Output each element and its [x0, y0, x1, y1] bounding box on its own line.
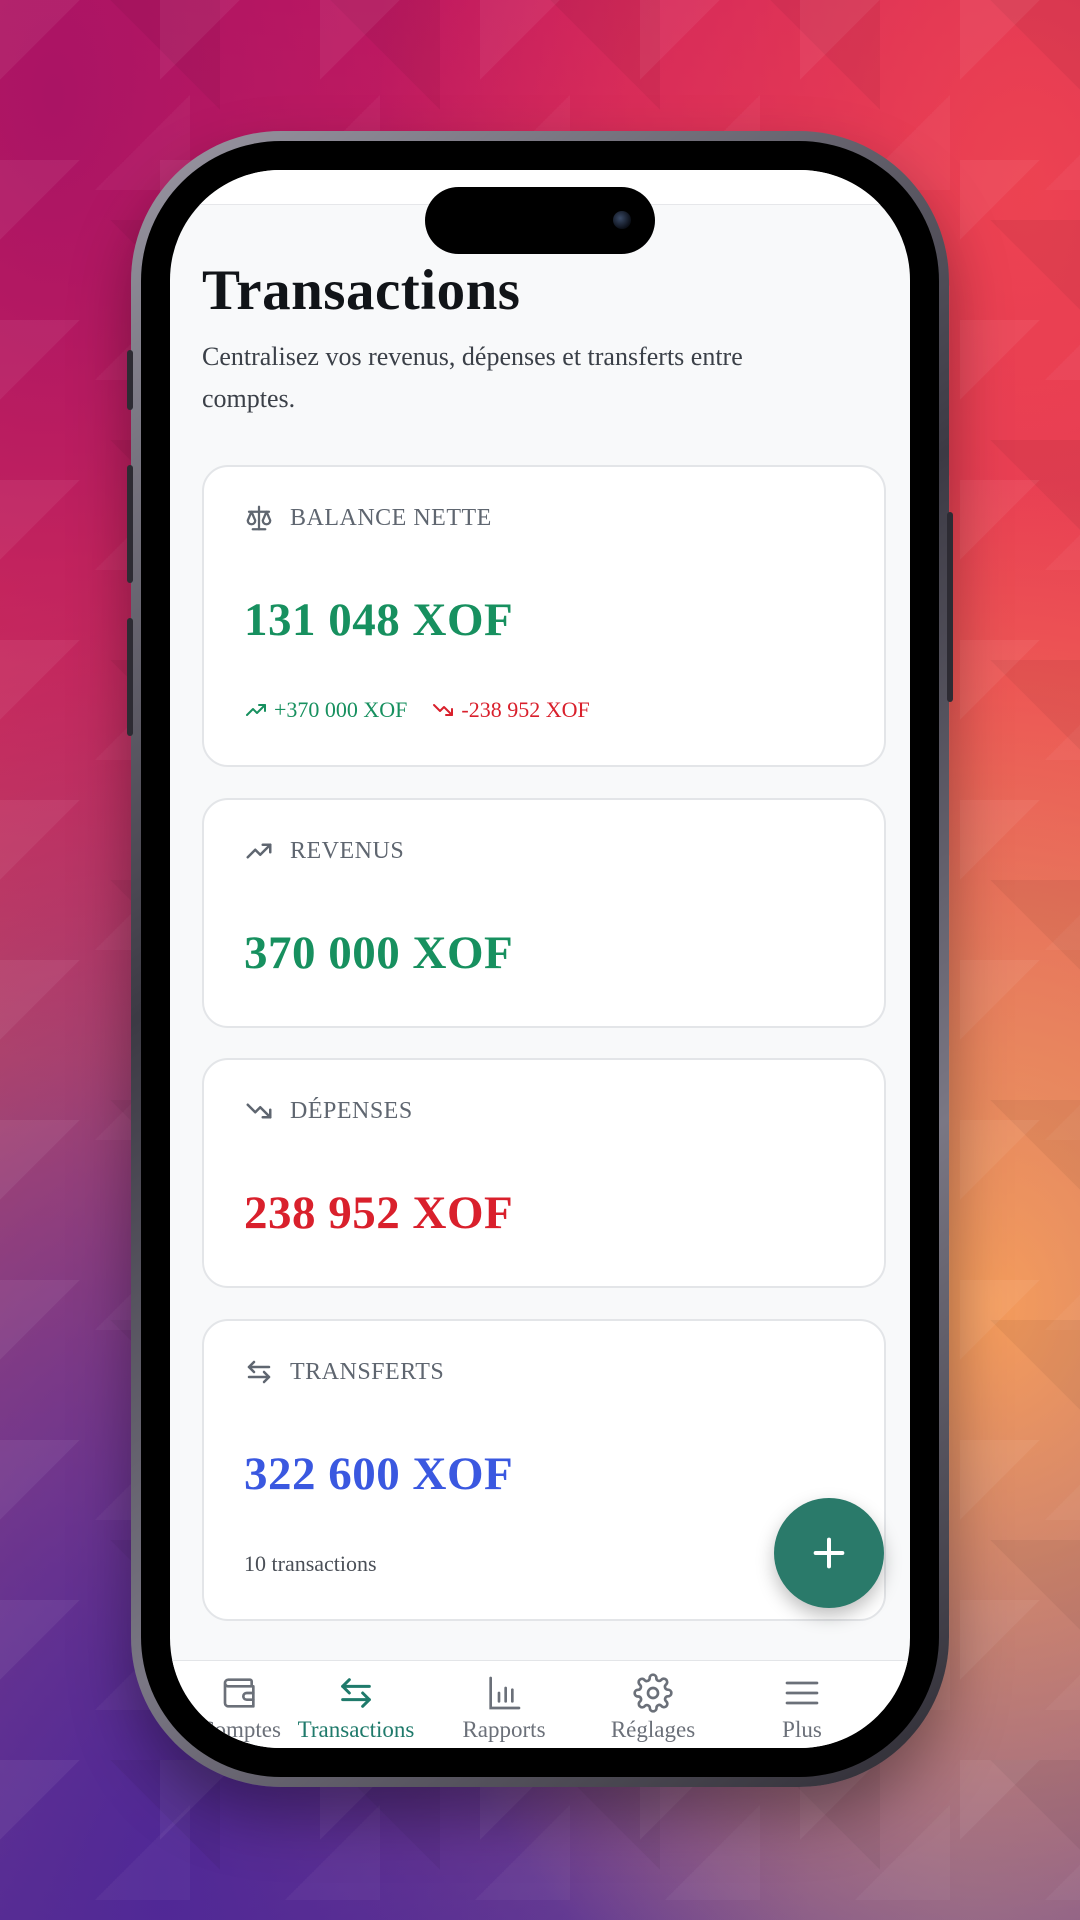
revenus-card[interactable]: REVENUS 370 000 XOF: [202, 798, 886, 1028]
transfer-arrows-icon: [247, 1360, 271, 1384]
revenus-card-header: REVENUS: [244, 836, 404, 866]
trend-down-icon: [433, 704, 454, 716]
trend-up-icon: [246, 843, 272, 859]
menu-icon: [785, 1681, 819, 1705]
dynamic-island: [425, 187, 655, 254]
scale-icon: [246, 505, 272, 531]
nav-item-transactions[interactable]: Transactions: [281, 1673, 431, 1743]
depenses-card-label: DÉPENSES: [290, 1097, 413, 1124]
app-screen: Transactions Centralisez vos revenus, dé…: [170, 170, 910, 1748]
balance-card-header: BALANCE NETTE: [244, 503, 492, 533]
plus-icon: [813, 1537, 845, 1569]
nav-label-reglages: Réglages: [610, 1717, 696, 1742]
income-delta: +370 000 XOF: [244, 697, 407, 723]
phone-power-button: [947, 512, 953, 702]
transfer-arrows-icon: [341, 1678, 371, 1708]
wallet-icon: [223, 1678, 255, 1708]
income-delta-value: +370 000 XOF: [274, 697, 408, 722]
bottom-navigation: Comptes Transactions Rapports Réglages P…: [170, 1660, 910, 1748]
depenses-card[interactable]: DÉPENSES 238 952 XOF: [202, 1058, 886, 1288]
revenus-card-label: REVENUS: [290, 837, 405, 864]
nav-item-plus[interactable]: Plus: [727, 1673, 877, 1743]
transferts-card-label: TRANSFERTS: [290, 1358, 445, 1385]
trend-up-icon: [246, 704, 266, 716]
revenus-amount: 370 000 XOF: [244, 927, 514, 979]
phone-volume-up-button: [127, 465, 133, 583]
page-title: Transactions: [202, 259, 521, 322]
add-transaction-button[interactable]: [774, 1498, 884, 1608]
camera-icon: [613, 211, 631, 229]
expense-delta-value: -238 952 XOF: [461, 697, 590, 722]
depenses-amount: 238 952 XOF: [244, 1187, 514, 1239]
transferts-card-header: TRANSFERTS: [244, 1357, 444, 1387]
balance-amount: 131 048 XOF: [244, 594, 514, 646]
nav-label-transactions: Transactions: [297, 1717, 415, 1742]
gear-icon: [633, 1673, 673, 1713]
balance-deltas: +370 000 XOF -238 952 XOF: [244, 697, 614, 723]
nav-label-comptes: Comptes: [199, 1717, 281, 1742]
depenses-card-header: DÉPENSES: [244, 1096, 413, 1126]
nav-item-reglages[interactable]: Réglages: [578, 1673, 728, 1743]
phone-volume-down-button: [127, 618, 133, 736]
nav-label-plus: Plus: [782, 1717, 822, 1742]
transferts-count: 10 transactions: [244, 1551, 377, 1576]
expense-delta: -238 952 XOF: [431, 697, 590, 723]
balance-card-label: BALANCE NETTE: [290, 504, 492, 531]
nav-label-rapports: Rapports: [462, 1717, 546, 1742]
nav-item-rapports[interactable]: Rapports: [429, 1673, 579, 1743]
trend-down-icon: [246, 1103, 272, 1119]
phone-action-button: [127, 350, 133, 410]
bar-chart-icon: [489, 1676, 521, 1710]
balance-card[interactable]: BALANCE NETTE 131 048 XOF +370 000 XOF -…: [202, 465, 886, 767]
page-subtitle: Centralisez vos revenus, dépenses et tra…: [202, 342, 743, 413]
transferts-amount: 322 600 XOF: [244, 1448, 514, 1500]
